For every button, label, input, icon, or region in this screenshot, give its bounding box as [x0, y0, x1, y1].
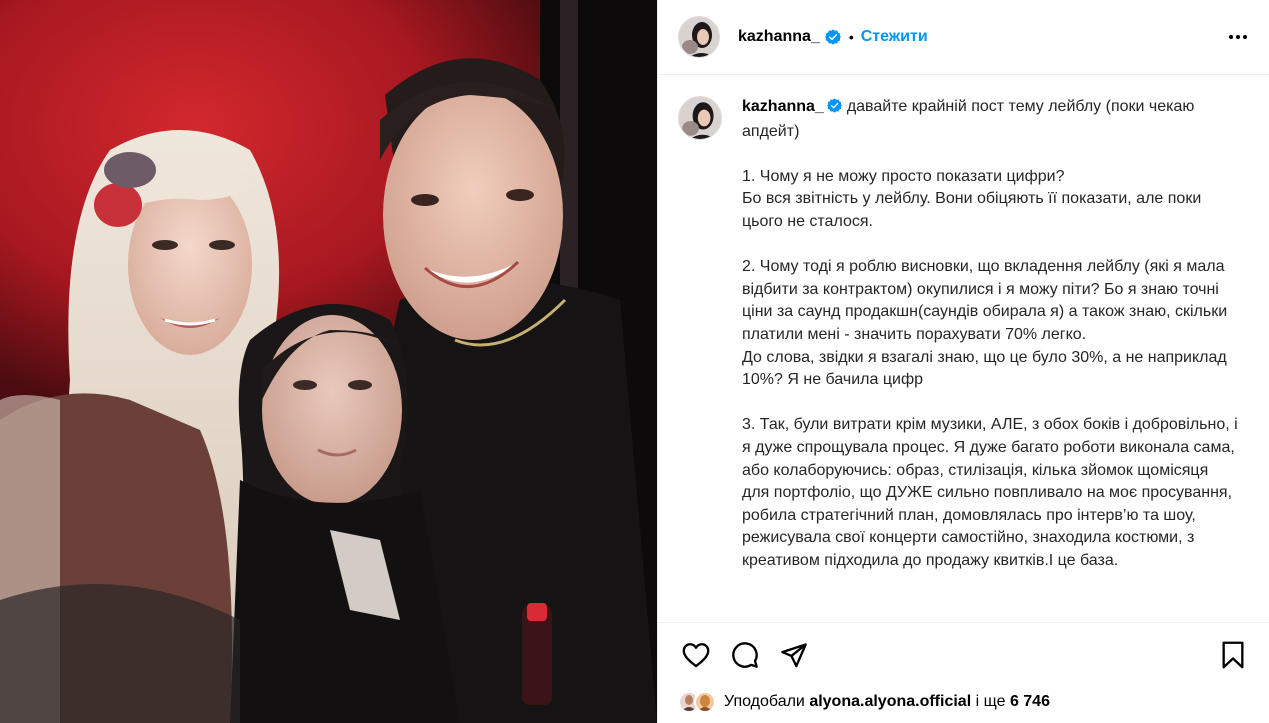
verified-badge-icon: [826, 98, 842, 121]
post-photo[interactable]: [0, 0, 657, 723]
likes-count[interactable]: 6 746: [1010, 693, 1050, 711]
likes-summary: Уподобали alyona.alyona.official і ще 6 …: [658, 687, 1269, 717]
follow-button[interactable]: Стежити: [861, 28, 928, 46]
caption-username[interactable]: kazhanna_: [742, 98, 824, 115]
heart-icon[interactable]: [680, 639, 712, 671]
likes-prefix: Уподобали: [724, 693, 805, 710]
avatar: [694, 691, 716, 713]
post-image: [0, 0, 657, 723]
comment-icon[interactable]: [729, 639, 761, 671]
avatar[interactable]: [678, 16, 720, 58]
liker-username[interactable]: alyona.alyona.official: [809, 693, 971, 711]
post-username[interactable]: kazhanna_: [738, 28, 820, 46]
paper-plane-icon[interactable]: [778, 639, 810, 671]
separator-dot: •: [848, 29, 854, 45]
likes-middle: і ще: [975, 693, 1006, 710]
more-options-icon[interactable]: [1223, 29, 1253, 45]
caption-section: kazhanna_ давайте крайній пост тему лейбл…: [658, 76, 1269, 622]
caption-text: давайте крайній пост тему лейблу (поки ч…: [742, 98, 1238, 569]
post-caption: kazhanna_ давайте крайній пост тему лейбл…: [742, 96, 1239, 622]
caption-avatar[interactable]: [678, 96, 722, 140]
liker-avatars[interactable]: [678, 691, 716, 713]
verified-badge-icon: [824, 29, 841, 45]
post-header: kazhanna_ • Стежити: [658, 0, 1269, 75]
bookmark-icon[interactable]: [1217, 639, 1249, 671]
action-bar: [658, 623, 1269, 687]
post-footer: Уподобали alyona.alyona.official і ще 6 …: [658, 622, 1269, 717]
post-side-panel: kazhanna_ • Стежити kazhanna_ давайте кра…: [657, 0, 1269, 723]
